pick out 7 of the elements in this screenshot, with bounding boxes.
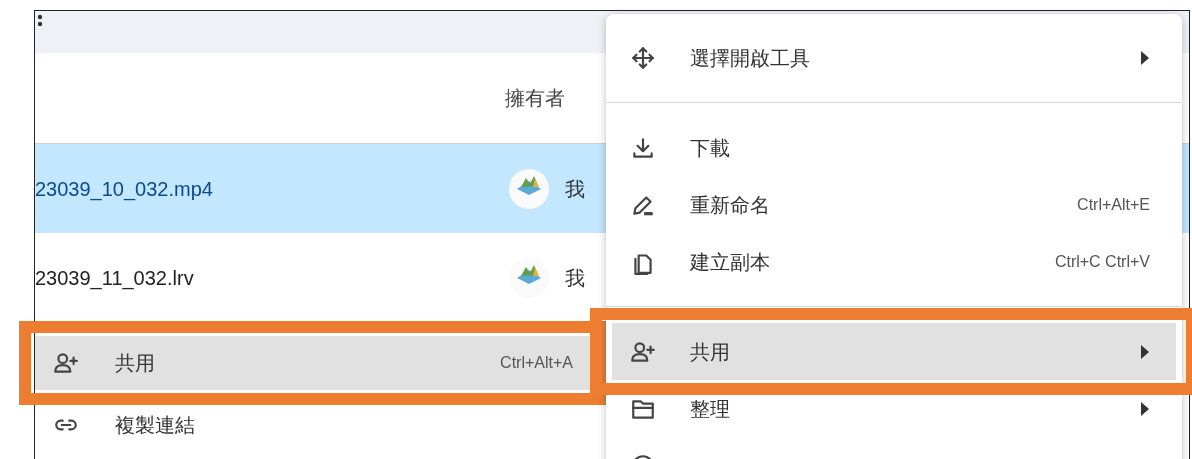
owner-name: 我: [565, 176, 585, 202]
shortcut-text: Ctrl+Alt+E: [1077, 194, 1150, 215]
shortcut-text: Ctrl+Alt+A: [500, 353, 573, 373]
file-name: 23039_11_032.lrv: [35, 265, 195, 292]
owner-name: 我: [565, 265, 585, 291]
file-name: 23039_10_032.mp4: [35, 176, 214, 203]
shortcut-text: Ctrl+C Ctrl+V: [1054, 251, 1150, 272]
